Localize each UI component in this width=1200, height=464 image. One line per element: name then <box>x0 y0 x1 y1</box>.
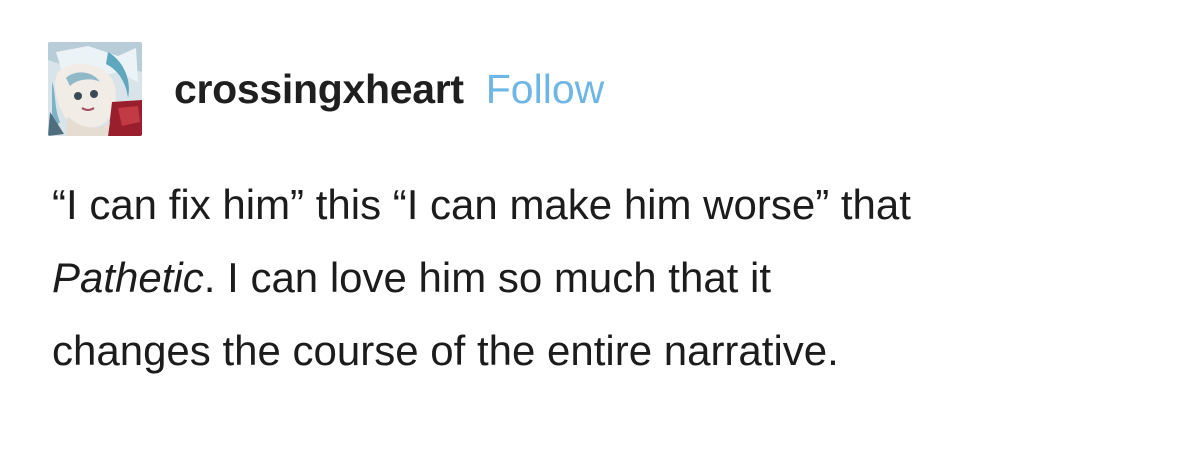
anime-character-avatar-icon <box>48 42 142 136</box>
avatar[interactable] <box>48 42 142 136</box>
post-text-italic-word: Pathetic <box>52 254 204 301</box>
post-text-line-2: Pathetic. I can love him so much that it <box>52 241 1172 314</box>
post-text-line-2-rest: . I can love him so much that it <box>203 254 772 301</box>
username-link[interactable]: crossingxheart <box>174 68 464 110</box>
post-text-line-1: “I can fix him” this “I can make him wor… <box>52 181 911 228</box>
tumblr-post: crossingxheart Follow “I can fix him” th… <box>0 0 1200 464</box>
post-text-line-3: changes the course of the entire narrati… <box>52 327 839 374</box>
post-header: crossingxheart Follow <box>48 42 604 136</box>
follow-button[interactable]: Follow <box>486 68 604 110</box>
post-body: “I can fix him” this “I can make him wor… <box>52 168 1172 387</box>
